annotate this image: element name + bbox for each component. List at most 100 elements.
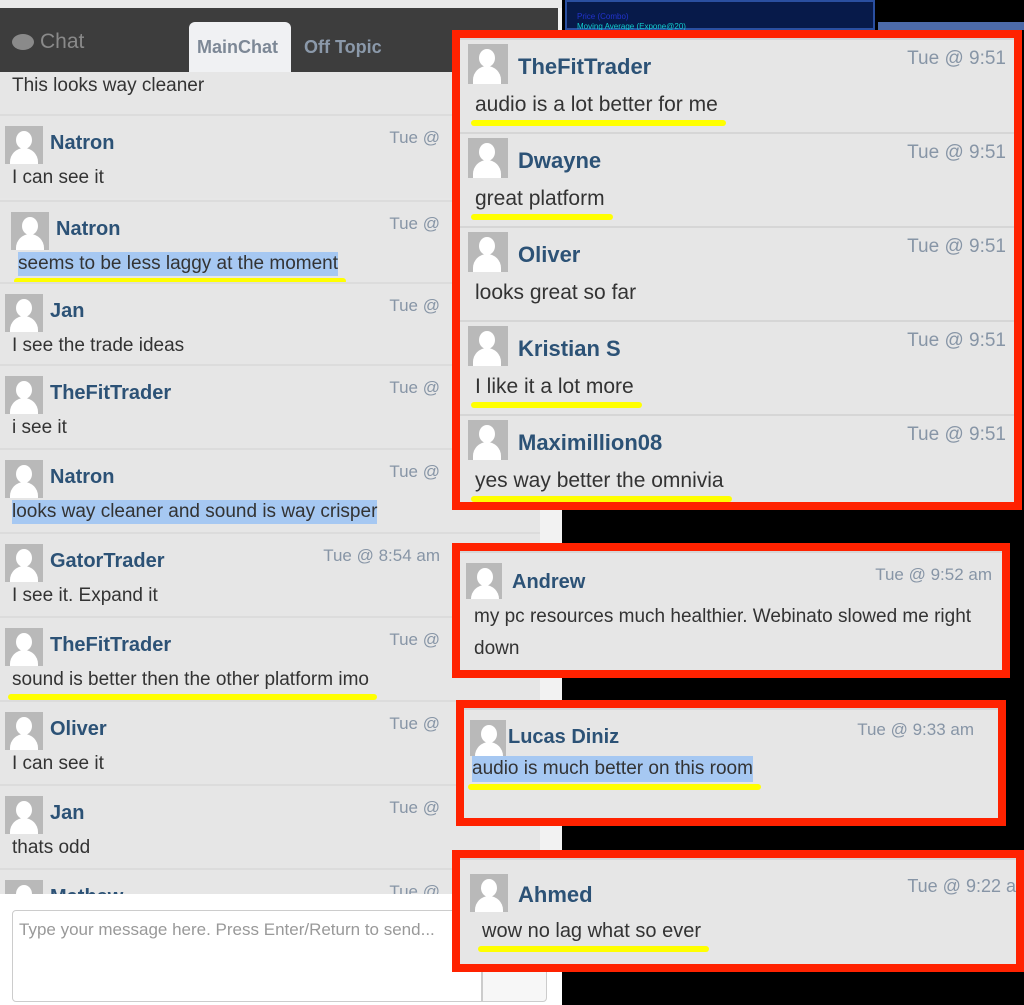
avatar [5,544,43,582]
yellow-underline-annotation [471,214,613,220]
yellow-underline-annotation [478,946,709,952]
avatar [5,460,43,498]
timestamp: Tue @ [389,714,440,733]
timestamp: Tue @ [389,798,440,817]
annotation-box: Ahmed Tue @ 9:22 a wow no lag what so ever [452,850,1024,972]
timestamp: Tue @ [389,214,440,233]
top-strip [0,0,562,8]
tab-mainchat[interactable]: MainChat [189,22,291,72]
avatar [5,294,43,332]
username[interactable]: Andrew [512,571,585,594]
timestamp: Tue @ 9:51 [907,142,1006,163]
message-text: I can see it [12,167,104,188]
timestamp: Tue @ 9:51 [907,48,1006,69]
yellow-underline-annotation [471,402,642,408]
yellow-underline-annotation [471,120,726,126]
message-text: looks way cleaner and sound is way crisp… [12,500,378,524]
yellow-underline-annotation [471,496,732,502]
message-text: I see the trade ideas [12,335,185,356]
message-text: yes way better the omnivia [475,469,724,492]
avatar [5,376,43,414]
message-text: thats odd [12,837,91,858]
message-text: i see it [12,417,67,438]
timestamp: Tue @ 9:51 [907,330,1006,351]
timestamp: Tue @ 9:22 a [907,876,1016,896]
message-text: wow no lag what so ever [482,920,702,942]
timestamp: Tue @ [389,630,440,649]
username[interactable]: Maximillion08 [518,430,662,456]
username[interactable]: TheFitTrader [50,634,171,657]
chat-message: Lucas Diniz Tue @ 9:33 am audio is much be… [464,708,998,808]
timestamp: Tue @ [389,296,440,315]
timestamp: Tue @ [389,128,440,147]
chat-message: Kristian S Tue @ 9:51 I like it a lot more [460,320,1014,414]
message-text: seems to be less laggy at the moment [18,252,338,276]
chat-message: Maximillion08 Tue @ 9:51 yes way better th… [460,414,1014,502]
username[interactable]: TheFitTrader [50,382,171,405]
chat-message: Andrew Tue @ 9:52 am my pc resources much … [460,551,1002,670]
message-input[interactable] [12,910,482,1002]
message-text: This looks way cleaner [12,75,205,96]
avatar [468,326,508,366]
message-text: I see it. Expand it [12,585,158,606]
timestamp: Tue @ 9:33 am [857,720,974,739]
chat-message: Ahmed Tue @ 9:22 a wow no lag what so ever [460,858,1016,964]
avatar [468,232,508,272]
chat-message: Dwayne Tue @ 9:51 great platform [460,132,1014,226]
username[interactable]: Kristian S [518,336,621,362]
avatar [5,796,43,834]
chat-label: Chat [40,30,85,53]
username[interactable]: Jan [50,802,84,825]
timestamp: Tue @ [389,378,440,397]
message-text: audio is much better on this room [472,756,753,782]
timestamp: Tue @ 9:51 [907,424,1006,445]
chat-bubble-icon [12,34,34,50]
chart-legend-price: Price (Combo) [577,12,629,21]
message-text: my pc resources much healthier. Webinato… [474,606,972,659]
avatar [5,628,43,666]
message-text: looks great so far [475,281,637,304]
tab-off-topic[interactable]: Off Topic [296,22,390,72]
background-chart-window: Price (Combo) Moving Average (Expone@20) [565,0,875,31]
username[interactable]: Mathew [50,886,123,894]
timestamp: Tue @ 9:52 am [875,565,992,584]
chat-title: Chat [12,30,84,54]
avatar [468,44,508,84]
annotation-box: TheFitTrader Tue @ 9:51 audio is a lot bet… [452,30,1022,510]
chat-message: TheFitTrader Tue @ 9:51 audio is a lot bet… [460,38,1014,132]
avatar [5,712,43,750]
annotation-box: Lucas Diniz Tue @ 9:33 am audio is much be… [456,700,1006,826]
background-window [878,0,1024,30]
avatar [466,563,502,599]
username[interactable]: Dwayne [518,148,601,174]
avatar [470,874,508,912]
avatar [5,126,43,164]
avatar [468,420,508,460]
annotation-box: Andrew Tue @ 9:52 am my pc resources much … [452,543,1010,678]
yellow-underline-annotation [468,784,761,790]
message-text: audio is a lot better for me [475,93,718,116]
message-text: sound is better then the other platform … [12,669,369,690]
chat-message: Oliver Tue @ 9:51 looks great so far [460,226,1014,320]
username[interactable]: Ahmed [518,882,593,908]
message-text: I like it a lot more [475,375,634,398]
username[interactable]: Oliver [50,718,107,741]
message-text: I can see it [12,753,104,774]
username[interactable]: Jan [50,300,84,323]
timestamp: Tue @ 9:51 [907,236,1006,257]
timestamp: Tue @ [389,882,440,894]
message-text: great platform [475,187,605,210]
timestamp: Tue @ [389,462,440,481]
username[interactable]: GatorTrader [50,550,164,573]
avatar [5,880,43,894]
username[interactable]: Lucas Diniz [508,726,619,749]
username[interactable]: Natron [50,132,114,155]
username[interactable]: Oliver [518,242,580,268]
username[interactable]: Natron [50,466,114,489]
avatar [11,212,49,250]
timestamp: Tue @ 8:54 am [323,546,440,565]
username[interactable]: Natron [56,218,120,241]
avatar [470,720,506,756]
username[interactable]: TheFitTrader [518,54,651,80]
avatar [468,138,508,178]
